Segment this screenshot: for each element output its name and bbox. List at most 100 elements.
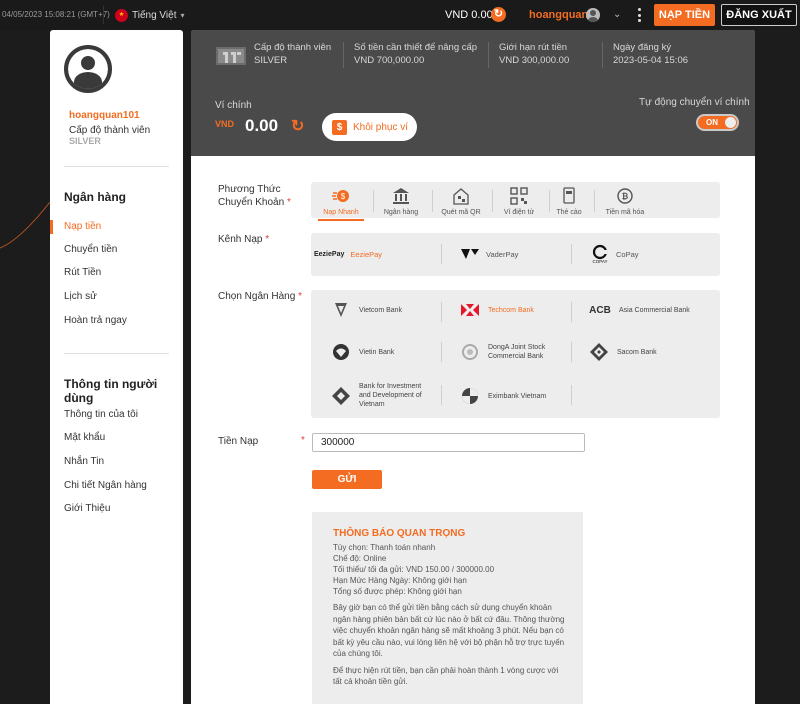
channel-label: EeziePay — [350, 249, 383, 259]
datetime: 04/05/2023 15:08:21 (GMT+7) — [2, 10, 110, 19]
wallet-icon: $ — [332, 119, 347, 135]
divider — [602, 42, 603, 68]
divider — [488, 42, 489, 68]
method-fast-deposit[interactable]: $ Nạp Nhanh — [311, 187, 371, 221]
stat-label: Cấp độ thành viên — [254, 42, 332, 53]
bank-option[interactable]: Vietin Bank — [331, 342, 394, 362]
divider — [64, 166, 169, 167]
channel-vaderpay[interactable]: VaderPay — [460, 243, 518, 265]
topbar-balance: VND 0.00 — [445, 9, 493, 21]
more-menu-icon[interactable] — [632, 7, 646, 23]
eeziepay-logo: EeziePay — [314, 250, 345, 258]
vaderpay-icon — [461, 249, 479, 259]
bank-name: Asia Commercial Bank — [619, 306, 690, 314]
bank-label: Chọn Ngân Hàng * — [218, 291, 302, 302]
language-selector[interactable]: Tiếng Việt ▾ — [115, 8, 185, 22]
active-indicator — [50, 220, 53, 234]
sidebar-item-withdraw[interactable]: Rút Tiền — [64, 267, 101, 278]
acb-icon: ACB — [589, 304, 611, 316]
background-decoration — [0, 201, 50, 249]
divider — [441, 302, 442, 322]
sidebar: hoangquan101 Cấp độ thành viên SILVER Ng… — [50, 30, 183, 704]
techcombank-icon — [460, 300, 480, 320]
stat-label: Số tiền cần thiết để nâng cấp — [354, 42, 478, 53]
amount-input[interactable] — [312, 433, 585, 452]
notice-title: THÔNG BÁO QUAN TRỌNG — [333, 528, 466, 539]
sidebar-item-password[interactable]: Mật khẩu — [64, 432, 105, 443]
fast-deposit-icon: $ — [332, 190, 349, 202]
logout-button[interactable]: ĐĂNG XUẤT — [721, 4, 797, 26]
divider — [343, 42, 344, 68]
bank-option[interactable]: Vietcom Bank — [331, 300, 402, 320]
notice-line: Tùy chọn: Thanh toán nhanh — [333, 543, 436, 552]
channel-label: Kênh Nạp * — [218, 234, 270, 245]
donga-bank-icon — [460, 342, 480, 362]
method-qr-scan[interactable]: Quét mã QR — [431, 187, 491, 216]
channel-label: VaderPay — [486, 249, 519, 259]
divider — [441, 244, 442, 264]
chevron-down-icon[interactable]: ⌄ — [613, 9, 621, 20]
stat-value: 2023-05-04 15:06 — [613, 55, 689, 66]
vietcombank-icon — [331, 300, 351, 320]
bank-name: Techcom Bank — [488, 306, 534, 314]
bank-name: Bank for Investment and Development of V… — [359, 383, 422, 408]
method-label: Nạp Nhanh — [323, 209, 359, 216]
notice-line: Tối thiểu/ tối đa gửi: VND 150.00 / 3000… — [333, 565, 495, 574]
method-bank[interactable]: Ngân hàng — [371, 187, 431, 216]
sacombank-icon — [589, 342, 609, 362]
required-marker: * — [301, 435, 305, 446]
sidebar-item-rebate[interactable]: Hoàn trả ngay — [64, 315, 127, 326]
section-title-bank: Ngân hàng — [64, 190, 126, 204]
channel-panel: EeziePay EeziePay VaderPay COPAY CoPay — [311, 233, 720, 276]
sidebar-item-transfer[interactable]: Chuyển tiền — [64, 244, 117, 255]
method-crypto[interactable]: ₿ Tiền mã hóa — [595, 187, 655, 216]
submit-button[interactable]: GỬI — [312, 470, 382, 489]
divider — [64, 353, 169, 354]
profile-avatar-icon — [64, 45, 112, 93]
bank-name: Sacom Bank — [617, 348, 657, 356]
sidebar-item-bank-details[interactable]: Chi tiết Ngân hàng — [64, 480, 147, 491]
bank-icon — [393, 188, 409, 204]
bank-option-selected[interactable]: Techcom Bank — [460, 300, 534, 320]
channel-copay[interactable]: COPAY CoPay — [590, 243, 639, 265]
svg-text:COPAY: COPAY — [592, 259, 607, 264]
method-label: Ngân hàng — [383, 209, 419, 216]
toggle-knob — [725, 117, 736, 128]
stat-label: Giới hạn rút tiền — [499, 42, 568, 53]
user-avatar-icon[interactable] — [586, 8, 600, 22]
sidebar-item-deposit[interactable]: Nạp tiền — [64, 221, 101, 232]
bank-option[interactable]: ACB Asia Commercial Bank — [589, 300, 690, 320]
eximbank-icon — [460, 386, 480, 406]
sidebar-item-messages[interactable]: Nhắn Tin — [64, 456, 104, 467]
sidebar-item-my-info[interactable]: Thông tin của tôi — [64, 409, 138, 420]
svg-text:$: $ — [341, 192, 346, 201]
refresh-balance-icon[interactable]: ↻ — [491, 7, 506, 22]
stat-value: SILVER — [254, 55, 288, 66]
method-label: Quét mã QR — [441, 209, 481, 216]
wallet-amount: 0.00 — [245, 116, 279, 135]
method-scratch-card[interactable]: Thẻ cào — [539, 187, 599, 216]
restore-wallet-button[interactable]: $ Khôi phục ví — [322, 113, 417, 141]
sidebar-item-history[interactable]: Lịch sử — [64, 291, 97, 302]
toggle-state: ON — [706, 118, 718, 127]
sidebar-item-referral[interactable]: Giới Thiệu — [64, 503, 110, 514]
bank-option[interactable]: DongA Joint Stock Commercial Bank — [460, 342, 554, 362]
divider — [571, 302, 572, 322]
channel-eeziepay[interactable]: EeziePay EeziePay — [314, 243, 382, 265]
refresh-wallet-icon[interactable]: ↻ — [291, 119, 307, 135]
bidv-icon — [331, 386, 351, 406]
member-level-icon — [216, 47, 246, 65]
channel-label: CoPay — [616, 249, 639, 259]
divider — [571, 342, 572, 362]
stat-upgrade-amount: Số tiền cần thiết để nâng cấp VND 700,00… — [354, 42, 477, 66]
deposit-button[interactable]: NẠP TIỀN — [654, 4, 715, 26]
notice-line: Hạn Mức Hàng Ngày: Không giới hạn — [333, 576, 467, 585]
bank-option[interactable]: Sacom Bank — [589, 342, 657, 362]
divider — [571, 244, 572, 264]
bank-option[interactable]: Eximbank Vietnam — [460, 386, 546, 406]
auto-transfer-toggle[interactable]: ON — [696, 114, 739, 131]
stat-member-level: Cấp độ thành viên SILVER — [254, 42, 331, 66]
bank-option[interactable]: Bank for Investment and Development of V… — [331, 382, 429, 409]
divider — [441, 385, 442, 405]
stat-withdraw-limit: Giới hạn rút tiền VND 300,000.00 — [499, 42, 569, 66]
